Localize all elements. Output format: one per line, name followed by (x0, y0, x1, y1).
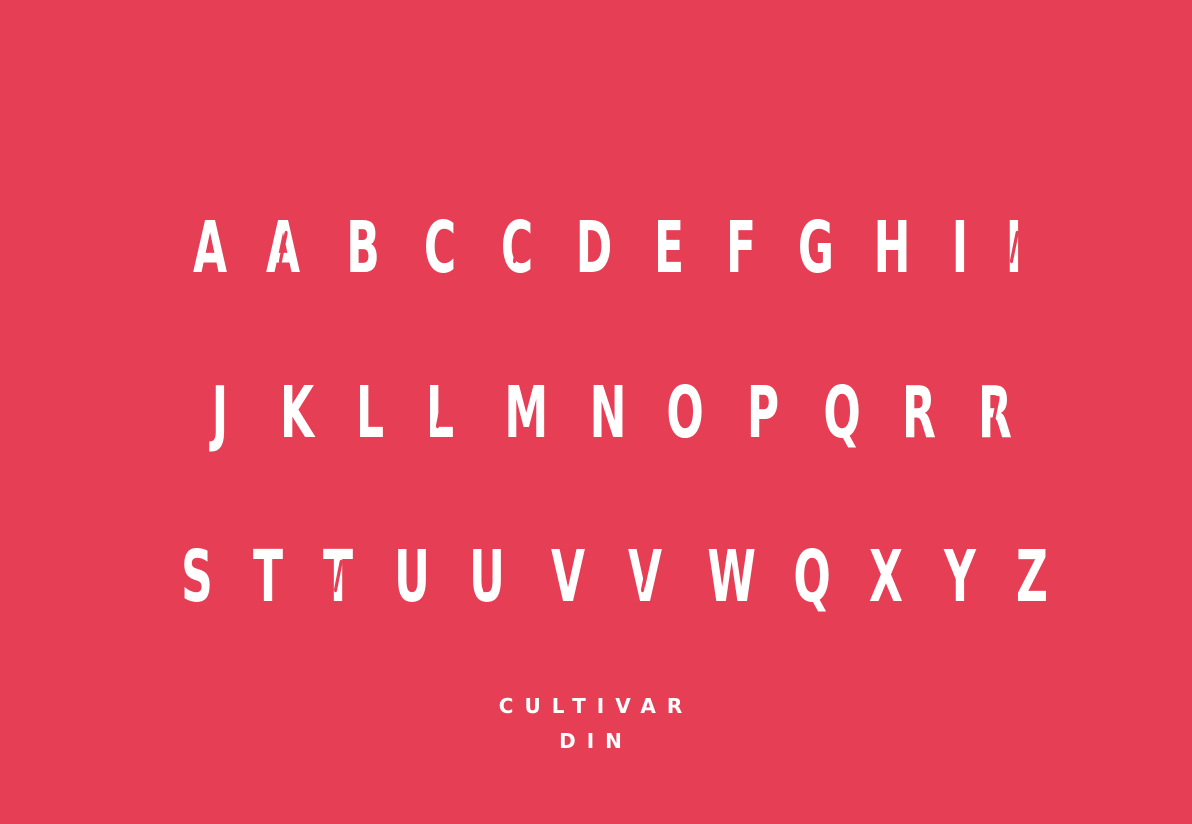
glyph-alternate: U (468, 537, 505, 617)
glyph-alternate: C (498, 208, 535, 288)
glyph-alternate: L (421, 373, 458, 453)
glyph-alternate: R (976, 373, 1013, 453)
glyph: Y (944, 535, 976, 618)
glyph-row-3: S T T U U V V W Q X Y Z (0, 537, 1192, 617)
glyph: X (869, 535, 903, 618)
glyph: G (797, 206, 835, 289)
glyph-ornament (278, 230, 289, 264)
glyph-ornament (333, 559, 344, 593)
glyph: I (951, 206, 969, 289)
glyph: N (589, 371, 627, 454)
typeface-family: DIN (559, 729, 633, 753)
glyph-alternate: T (319, 537, 356, 617)
glyph-alternate: I (995, 208, 1032, 288)
glyph-alternate: V (626, 537, 663, 617)
glyph: E (653, 206, 685, 289)
glyph: V (550, 535, 586, 618)
glyph: L (355, 371, 385, 454)
glyph: Q (823, 371, 861, 454)
glyph-ornament (482, 559, 493, 593)
glyph: Q (793, 535, 831, 618)
glyph: P (746, 371, 780, 454)
glyph: R (902, 371, 936, 454)
glyph-ornament (435, 395, 446, 429)
glyph: S (181, 535, 213, 618)
glyph: J (211, 371, 229, 454)
glyph: T (252, 535, 284, 618)
glyph: M (504, 371, 549, 454)
glyph-alternate: A (264, 208, 301, 288)
glyph: B (346, 206, 380, 289)
glyph-row-2: J K L L M N O P Q R R (0, 373, 1192, 453)
type-specimen: A A B C C D E F G H I I J K L L M N O P … (0, 0, 1192, 824)
glyph: H (873, 206, 911, 289)
glyph-ornament (1009, 230, 1020, 264)
glyph-row-1: A A B C C D E F G H I I (0, 208, 1192, 288)
glyph: K (279, 371, 315, 454)
glyph: O (666, 371, 704, 454)
glyph: F (725, 206, 757, 289)
glyph-ornament (990, 395, 1001, 429)
glyph: U (394, 535, 430, 618)
glyph: W (707, 535, 756, 618)
glyph-ornament (512, 230, 523, 264)
glyph: D (575, 206, 613, 289)
glyph: C (423, 206, 457, 289)
typeface-name: CULTIVAR (498, 694, 694, 718)
glyph: Z (1016, 535, 1048, 618)
glyph-ornament (640, 559, 651, 593)
glyph: A (192, 206, 228, 289)
